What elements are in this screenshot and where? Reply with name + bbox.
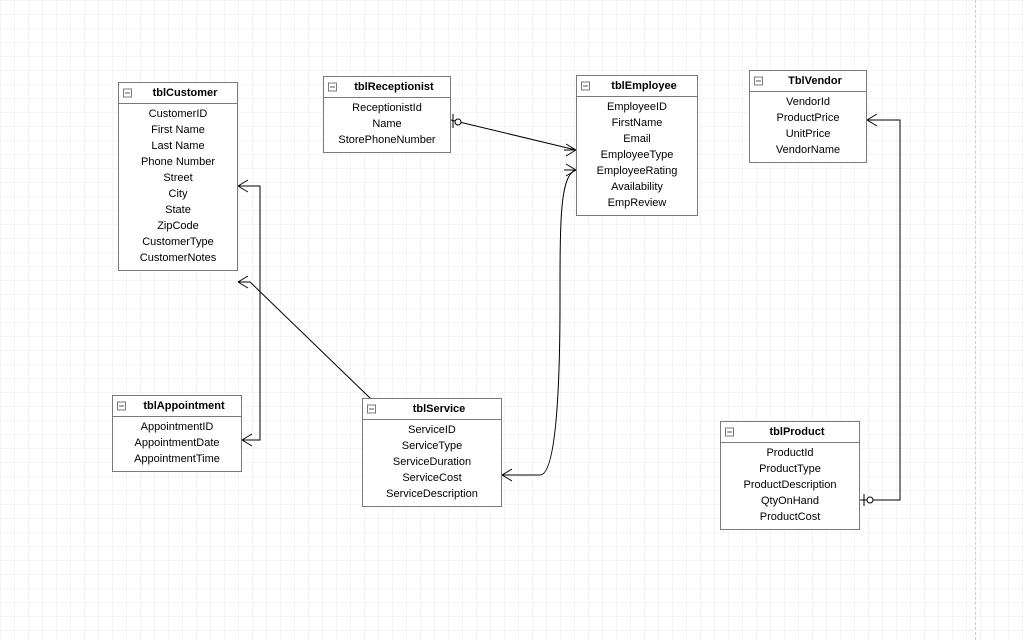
entity-title: tblEmployee bbox=[611, 80, 676, 92]
field[interactable]: ProductPrice bbox=[750, 110, 866, 126]
entity-tblReceptionist[interactable]: tblReceptionist ReceptionistIdNameStorePh… bbox=[323, 76, 451, 153]
collapse-icon[interactable] bbox=[754, 77, 763, 86]
field[interactable]: Availability bbox=[577, 179, 697, 195]
field[interactable]: ProductType bbox=[721, 461, 859, 477]
entity-header[interactable]: tblAppointment bbox=[113, 396, 241, 417]
field[interactable]: City bbox=[119, 186, 237, 202]
entity-title: tblAppointment bbox=[143, 400, 224, 412]
field[interactable]: CustomerID bbox=[119, 106, 237, 122]
field[interactable]: ServiceID bbox=[363, 422, 501, 438]
entity-title: TblVendor bbox=[788, 75, 842, 87]
entity-header[interactable]: tblService bbox=[363, 399, 501, 420]
entity-fields: VendorIdProductPriceUnitPriceVendorName bbox=[750, 92, 866, 162]
entity-fields: ServiceIDServiceTypeServiceDurationServi… bbox=[363, 420, 501, 506]
entity-fields: AppointmentIDAppointmentDateAppointmentT… bbox=[113, 417, 241, 471]
guide-line bbox=[975, 0, 976, 640]
field[interactable]: ServiceType bbox=[363, 438, 501, 454]
field[interactable]: AppointmentDate bbox=[113, 435, 241, 451]
entity-header[interactable]: tblProduct bbox=[721, 422, 859, 443]
field[interactable]: QtyOnHand bbox=[721, 493, 859, 509]
field[interactable]: First Name bbox=[119, 122, 237, 138]
collapse-icon[interactable] bbox=[581, 82, 590, 91]
field[interactable]: AppointmentTime bbox=[113, 451, 241, 467]
collapse-icon[interactable] bbox=[725, 428, 734, 437]
field[interactable]: Name bbox=[324, 116, 450, 132]
entity-tblService[interactable]: tblService ServiceIDServiceTypeServiceDur… bbox=[362, 398, 502, 507]
field[interactable]: ProductId bbox=[721, 445, 859, 461]
collapse-icon[interactable] bbox=[328, 83, 337, 92]
entity-title: tblService bbox=[413, 403, 466, 415]
entity-header[interactable]: tblReceptionist bbox=[324, 77, 450, 98]
field[interactable]: ProductCost bbox=[721, 509, 859, 525]
field[interactable]: UnitPrice bbox=[750, 126, 866, 142]
field[interactable]: ServiceCost bbox=[363, 470, 501, 486]
collapse-icon[interactable] bbox=[117, 402, 126, 411]
field[interactable]: EmployeeID bbox=[577, 99, 697, 115]
field[interactable]: Street bbox=[119, 170, 237, 186]
entity-header[interactable]: tblCustomer bbox=[119, 83, 237, 104]
field[interactable]: CustomerNotes bbox=[119, 250, 237, 266]
entity-header[interactable]: tblEmployee bbox=[577, 76, 697, 97]
field[interactable]: State bbox=[119, 202, 237, 218]
entity-tblEmployee[interactable]: tblEmployeeEmployeeIDFirstNameEmailEmplo… bbox=[576, 75, 698, 216]
field[interactable]: VendorId bbox=[750, 94, 866, 110]
entity-fields: EmployeeIDFirstNameEmailEmployeeTypeEmpl… bbox=[577, 97, 697, 215]
field[interactable]: FirstName bbox=[577, 115, 697, 131]
field[interactable]: ServiceDescription bbox=[363, 486, 501, 502]
field[interactable]: EmployeeRating bbox=[577, 163, 697, 179]
field[interactable]: ReceptionistId bbox=[324, 100, 450, 116]
entity-fields: CustomerIDFirst NameLast NamePhone Numbe… bbox=[119, 104, 237, 270]
entity-title: tblCustomer bbox=[153, 87, 218, 99]
entity-fields: ReceptionistIdNameStorePhoneNumber bbox=[324, 98, 450, 152]
collapse-icon[interactable] bbox=[367, 405, 376, 414]
field[interactable]: Last Name bbox=[119, 138, 237, 154]
entity-tblAppointment[interactable]: tblAppointment AppointmentIDAppointmentDa… bbox=[112, 395, 242, 472]
field[interactable]: Email bbox=[577, 131, 697, 147]
field[interactable]: VendorName bbox=[750, 142, 866, 158]
entity-tblVendor[interactable]: TblVendor VendorIdProductPriceUnitPriceVe… bbox=[749, 70, 867, 163]
field[interactable]: ProductDescription bbox=[721, 477, 859, 493]
field[interactable]: CustomerType bbox=[119, 234, 237, 250]
field[interactable]: AppointmentID bbox=[113, 419, 241, 435]
entity-title: tblProduct bbox=[770, 426, 825, 438]
field[interactable]: ZipCode bbox=[119, 218, 237, 234]
entity-fields: ProductIdProductTypeProductDescriptionQt… bbox=[721, 443, 859, 529]
collapse-icon[interactable] bbox=[123, 89, 132, 98]
entity-tblProduct[interactable]: tblProduct ProductIdProductTypeProductDes… bbox=[720, 421, 860, 530]
field[interactable]: Phone Number bbox=[119, 154, 237, 170]
entity-tblCustomer[interactable]: tblCustomer CustomerIDFirst NameLast Name… bbox=[118, 82, 238, 271]
entity-header[interactable]: TblVendor bbox=[750, 71, 866, 92]
field[interactable]: EmployeeType bbox=[577, 147, 697, 163]
diagram-canvas[interactable]: tblCustomer CustomerIDFirst NameLast Name… bbox=[0, 0, 1024, 640]
entity-title: tblReceptionist bbox=[354, 81, 433, 93]
field[interactable]: EmpReview bbox=[577, 195, 697, 211]
field[interactable]: StorePhoneNumber bbox=[324, 132, 450, 148]
field[interactable]: ServiceDuration bbox=[363, 454, 501, 470]
